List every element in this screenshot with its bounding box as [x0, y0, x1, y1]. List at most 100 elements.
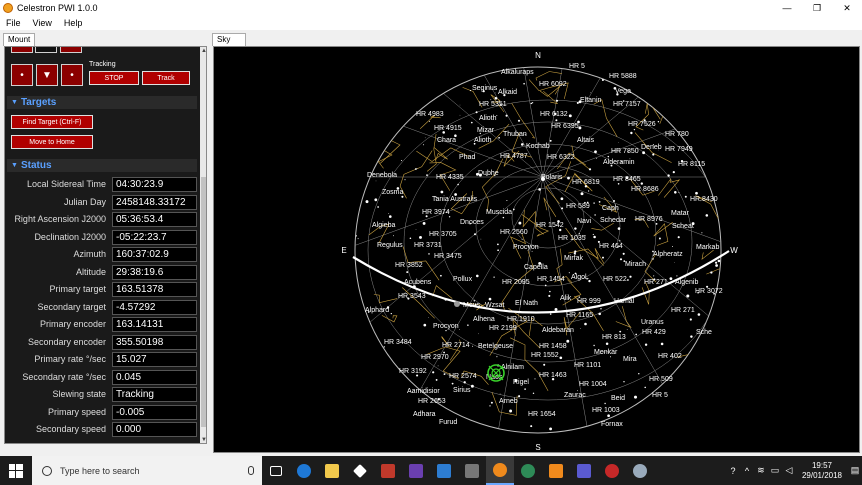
star-label: Furud: [439, 419, 457, 426]
task-view-button[interactable]: [262, 456, 290, 485]
edge-button[interactable]: [290, 456, 318, 485]
star-label: HR 1165: [566, 312, 593, 319]
battery-icon[interactable]: ▭: [768, 456, 782, 485]
minimize-button[interactable]: —: [772, 0, 802, 16]
star-label: Chara: [437, 137, 456, 144]
app-icon: [3, 3, 13, 13]
star-label: Sirius: [453, 387, 471, 394]
star-label: Vega: [615, 88, 631, 95]
status-value: 160:37:02.9: [112, 247, 197, 262]
wifi-icon[interactable]: ≋: [754, 456, 768, 485]
star-label: HR 8115: [678, 161, 705, 168]
clock-time: 19:57: [811, 460, 832, 470]
star-label: HR 509: [649, 376, 673, 383]
sky-viewer-panel[interactable]: Alkaluraps HR 5 HR 6092 HR 5888 Vega Seginus A…: [213, 46, 860, 453]
star-label: HR 2560: [500, 229, 528, 236]
star-label: Alik: [560, 295, 572, 302]
star-label: HR 1454: [537, 276, 565, 283]
jog-button-top-right[interactable]: [60, 47, 82, 53]
tab-mount[interactable]: Mount: [3, 33, 36, 46]
app-orange-button[interactable]: [542, 456, 570, 485]
sky-map[interactable]: AlkalurapsHR 5HR 6092HR 5888VegaSeginusA…: [214, 47, 861, 454]
jog-button-right[interactable]: •: [61, 64, 83, 86]
app-grid-button[interactable]: [570, 456, 598, 485]
scrollbar[interactable]: ▲ ▼: [200, 47, 206, 443]
status-value: 163.51378: [112, 282, 197, 297]
status-label: Secondary encoder: [27, 336, 106, 347]
status-row: Primary speed -0.005: [7, 404, 197, 421]
star-label: HR 6132: [540, 111, 568, 118]
star-label: HR 5351: [479, 101, 507, 108]
status-row: Julian Day 2458148.33172: [7, 194, 197, 211]
star-label: HR 2653: [418, 398, 446, 405]
status-title: Status: [20, 160, 52, 171]
track-button[interactable]: Track: [142, 71, 190, 85]
star-label: Alpheratz: [653, 251, 683, 258]
scroll-up-icon[interactable]: ▲: [200, 47, 206, 55]
menu-help[interactable]: Help: [58, 18, 89, 28]
stellarium-button[interactable]: [402, 456, 430, 485]
jog-button-top-left[interactable]: [11, 47, 33, 53]
dot-icon: •: [20, 69, 24, 81]
menu-view[interactable]: View: [27, 18, 58, 28]
star-label: Mirfak: [564, 255, 584, 262]
red-app-icon: [605, 463, 619, 478]
star-label: HR 402: [658, 353, 682, 360]
star-label: HR 3192: [399, 368, 427, 375]
star-label: HR 2574: [449, 373, 477, 380]
sn7-button[interactable]: [374, 456, 402, 485]
star-label: HR 1654: [528, 411, 556, 418]
targets-section-header[interactable]: ▼ Targets: [7, 96, 197, 109]
chevron-up-icon[interactable]: ^: [740, 456, 754, 485]
app-red-button[interactable]: [598, 456, 626, 485]
help-icon[interactable]: ?: [726, 456, 740, 485]
clock[interactable]: 19:57 29/01/2018: [802, 461, 842, 481]
status-section-header[interactable]: ▼ Status: [7, 159, 197, 172]
start-button[interactable]: [0, 456, 32, 485]
celestron-pwi-button[interactable]: [486, 456, 514, 485]
app-globe-button[interactable]: [626, 456, 654, 485]
status-row: Secondary target -4.57292: [7, 299, 197, 316]
star-label: Sche: [696, 329, 712, 336]
move-to-home-button[interactable]: Move to Home: [11, 135, 93, 149]
status-value: 0.045: [112, 369, 197, 385]
star-label: Tania Australis: [432, 196, 478, 203]
star-label: Denebola: [367, 172, 397, 179]
star-label: HR 522: [603, 276, 627, 283]
microphone-icon[interactable]: [248, 466, 254, 475]
star-label: Zaurac: [564, 392, 586, 399]
dropbox-button[interactable]: [346, 456, 374, 485]
jog-button-top-middle[interactable]: [35, 47, 57, 53]
compass-east: E: [341, 246, 346, 255]
star-label: HR 4915: [434, 125, 462, 132]
menu-file[interactable]: File: [0, 18, 27, 28]
status-row: Right Ascension J2000 05:36:53.4: [7, 211, 197, 228]
astronomy-app-icon: [409, 463, 423, 478]
app-green-button[interactable]: [514, 456, 542, 485]
star-label: HR 429: [642, 329, 666, 336]
star-label: HR 7526: [628, 121, 656, 128]
taskbar-search-box[interactable]: Type here to search: [32, 456, 262, 485]
volume-icon[interactable]: ◁: [782, 456, 796, 485]
notifications-icon[interactable]: ▤: [848, 456, 862, 485]
jog-button-left[interactable]: •: [11, 64, 33, 86]
tab-sky-viewer[interactable]: Sky Viewer: [212, 33, 247, 56]
scroll-thumb[interactable]: [201, 177, 206, 427]
scroll-down-icon[interactable]: ▼: [200, 436, 206, 443]
star-label: HR 3543: [398, 293, 426, 300]
app-button[interactable]: [458, 456, 486, 485]
file-explorer-button[interactable]: [318, 456, 346, 485]
maximize-button[interactable]: ❐: [802, 0, 832, 16]
status-label: Altitude: [75, 266, 106, 277]
star-label: HR 1552: [531, 352, 559, 359]
windows-logo-icon: [9, 463, 23, 478]
stop-button[interactable]: STOP: [89, 71, 139, 85]
sn7-app-icon: [381, 463, 395, 478]
star-label: Navi: [577, 218, 591, 225]
status-value: -0.005: [112, 404, 197, 420]
mail-button[interactable]: [430, 456, 458, 485]
find-target-button[interactable]: Find Target (Ctrl-F): [11, 115, 93, 129]
close-button[interactable]: ✕: [832, 0, 862, 16]
status-label: Declination J2000: [34, 231, 106, 242]
jog-button-down[interactable]: ▼: [36, 64, 58, 86]
